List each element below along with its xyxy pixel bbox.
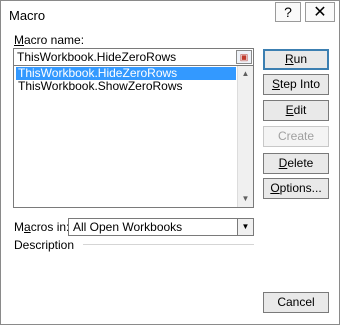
close-button[interactable]: ✕ [305,2,335,22]
options-button[interactable]: Options... [263,178,329,199]
edit-button[interactable]: Edit [263,100,329,121]
macro-dialog: Macro ? ✕ Macro name: ThisWorkbook.HideZ… [0,0,340,325]
delete-button[interactable]: Delete [263,153,329,174]
help-button[interactable]: ? [275,2,301,22]
title-bar: Macro ? ✕ [1,1,339,31]
run-button[interactable]: Run [263,49,329,70]
step-into-button[interactable]: Step Into [263,74,329,95]
macro-list[interactable]: ThisWorkbook.HideZeroRows ThisWorkbook.S… [13,66,254,208]
description-label: Description [14,238,75,252]
description-divider [83,244,254,245]
macro-name-value: ThisWorkbook.HideZeroRows [17,50,177,64]
scroll-down-icon[interactable]: ▼ [238,191,253,207]
macro-name-label: Macro name: [14,33,85,47]
macro-name-input[interactable]: ThisWorkbook.HideZeroRows ▣ [13,48,254,66]
scroll-up-icon[interactable]: ▲ [238,66,253,82]
cancel-button[interactable]: Cancel [263,292,329,313]
macros-in-value: All Open Workbooks [73,220,183,234]
create-button: Create [263,126,329,147]
macros-in-select[interactable]: All Open Workbooks ▼ [68,218,254,236]
macro-list-scrollbar[interactable]: ▲ ▼ [237,66,253,207]
chevron-down-icon[interactable]: ▼ [237,219,253,235]
collapse-dialog-icon[interactable]: ▣ [236,50,252,64]
list-item[interactable]: ThisWorkbook.ShowZeroRows [16,80,183,93]
dialog-title: Macro [9,8,46,23]
macros-in-label: Macros in: [14,220,70,234]
